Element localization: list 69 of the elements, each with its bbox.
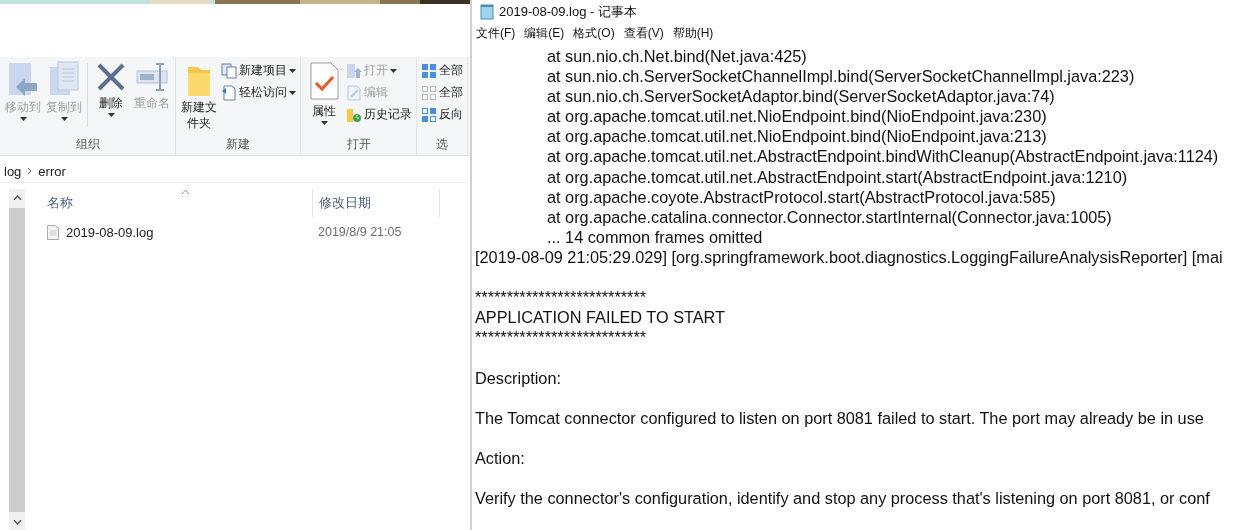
log-line: Description: xyxy=(475,367,562,388)
menu-item[interactable]: 格式(O) xyxy=(573,25,615,42)
group-label: 打开 xyxy=(345,136,372,153)
breadcrumb-item[interactable]: error xyxy=(38,163,66,179)
ribbon-button[interactable]: 反向 xyxy=(420,105,464,124)
log-line: at org.apache.tomcat.util.net.AbstractEndpoint.start(AbstractEndpoint.java:1210) xyxy=(546,166,1129,187)
invert-selection-icon xyxy=(421,106,437,123)
log-line: at org.apache.tomcat.util.net.NioEndpoint.bind(NioEndpoint.java:213) xyxy=(546,126,1048,147)
log-line: at sun.nio.ch.ServerSocketChannelImpl.bind(ServerSocketChannelImpl.java:223) xyxy=(546,66,1136,87)
edit-page-icon xyxy=(346,84,362,101)
delete-icon xyxy=(95,61,127,93)
caret-icon xyxy=(289,90,296,95)
column-header[interactable]: 名称 xyxy=(45,189,313,217)
log-line: at sun.nio.ch.ServerSocketAdaptor.bind(ServerSocketAdaptor.java:74) xyxy=(546,86,1056,107)
ribbon-button[interactable]: 历史记录 xyxy=(345,105,413,124)
log-line: *************************** xyxy=(475,287,648,308)
rename-field-icon xyxy=(136,61,168,93)
chevron-right-icon xyxy=(27,167,33,175)
sort-up-icon xyxy=(181,189,190,194)
breadcrumb-item[interactable]: log xyxy=(4,163,22,179)
new-item-icon xyxy=(221,62,237,79)
group-label: 组织 xyxy=(74,136,101,153)
copy-pages-icon xyxy=(48,61,80,97)
file-date: 2019/8/9 21:05 xyxy=(317,225,403,239)
log-line: at org.apache.tomcat.util.net.NioEndpoint.bind(NioEndpoint.java:230) xyxy=(546,106,1048,127)
folder-arrow-icon xyxy=(7,61,39,97)
select-all-icon xyxy=(421,62,437,79)
log-line: at org.apache.tomcat.util.net.AbstractEndpoint.bindWithCleanup(AbstractEndpoint.java:1124) xyxy=(546,146,1220,167)
group-label: 选 xyxy=(435,136,449,153)
log-line: [2019-08-09 21:05:29.029] [org.springframework.boot.diagnostics.LoggingFailureAnalysisReporter] [mai xyxy=(475,246,1224,268)
log-line: Verify the connector's configuration, identify and stop any process that's listening on port 8081, or conf xyxy=(475,488,1211,509)
menu-item[interactable]: 帮助(H) xyxy=(672,25,714,42)
caret-icon xyxy=(60,117,68,121)
log-line: The Tomcat connector configured to listen on port 8081 failed to start. The port may already be in use xyxy=(475,407,1205,428)
log-line: ... 14 common frames omitted xyxy=(546,226,764,247)
ribbon-button[interactable]: 属性 xyxy=(304,61,344,125)
scroll-up-icon xyxy=(12,195,22,200)
file-name[interactable]: 2019-08-09.log xyxy=(66,224,154,240)
ribbon-button[interactable]: 删除 xyxy=(91,61,131,117)
caret-icon xyxy=(320,121,328,125)
window-title: 2019-08-09.log - 记事本 xyxy=(499,2,637,21)
scroll-down-icon xyxy=(12,520,22,525)
menu-item[interactable]: 文件(F) xyxy=(476,25,516,42)
checkmark-page-icon xyxy=(308,61,340,101)
log-line: at sun.nio.ch.Net.bind(Net.java:425) xyxy=(546,46,808,67)
ribbon-button[interactable]: 全部 xyxy=(420,61,464,80)
log-line: APPLICATION FAILED TO START xyxy=(475,307,726,328)
notepad-icon xyxy=(480,3,494,20)
history-folder-icon xyxy=(346,106,362,123)
select-none-icon xyxy=(421,84,437,101)
ribbon-button[interactable]: 全部 xyxy=(420,83,464,102)
caret-icon xyxy=(107,113,115,117)
ribbon-button[interactable]: 新建项目 xyxy=(220,61,297,80)
open-icon xyxy=(346,62,362,79)
ribbon-button[interactable]: 新建文件夹 xyxy=(179,61,219,131)
log-line: at org.apache.coyote.AbstractProtocol.start(AbstractProtocol.java:585) xyxy=(546,186,1057,207)
caret-icon xyxy=(289,68,296,73)
menu-item[interactable]: 编辑(E) xyxy=(524,25,565,42)
log-line: *************************** xyxy=(475,327,648,348)
log-line: at org.apache.catalina.connector.Connector.startInternal(Connector.java:1005) xyxy=(546,206,1113,227)
caret-icon xyxy=(390,68,397,73)
document-icon xyxy=(47,224,59,240)
column-header[interactable]: 修改日期 xyxy=(313,189,440,217)
menu-item[interactable]: 查看(V) xyxy=(623,25,664,42)
ribbon-button[interactable]: 轻松访问 xyxy=(220,83,297,102)
page-arrow-icon xyxy=(221,84,237,101)
caret-icon xyxy=(19,117,27,121)
log-line: Action: xyxy=(475,447,526,468)
group-label: 新建 xyxy=(225,136,251,153)
